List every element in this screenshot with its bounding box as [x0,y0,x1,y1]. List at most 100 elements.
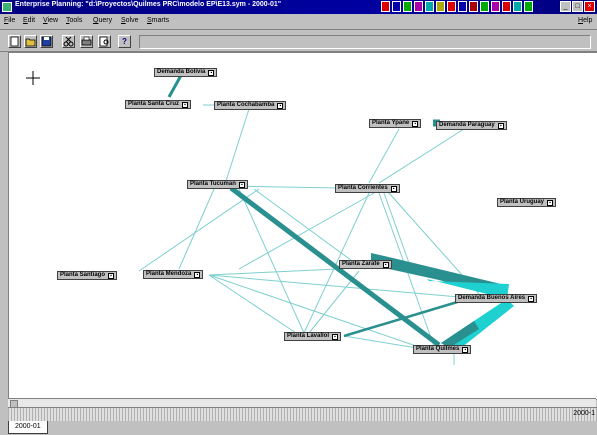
cyan-tool-icon-2[interactable] [513,1,522,12]
node-expand-icon[interactable]: ▪ [108,272,115,279]
cyan-tool-icon[interactable] [425,1,434,12]
node-expand-icon[interactable]: ▪ [182,101,189,108]
node-planta-tucuman[interactable]: Planta Tucuman ▪ [187,180,248,189]
node-expand-icon[interactable]: ▪ [390,185,397,192]
flow-ypane-corrientes [368,128,400,184]
menu-help[interactable]: Help [578,17,592,24]
node-label: Planta Santa Cruz [128,101,180,107]
node-expand-icon[interactable]: ▪ [528,295,535,302]
node-label: Planta Mendoza [146,271,192,277]
yellow-tool-icon[interactable] [436,1,445,12]
node-planta-uruguay[interactable]: Planta Uruguay ▪ [497,198,557,207]
node-expand-icon[interactable]: ▪ [547,199,554,206]
node-planta-cochabamba[interactable]: Planta Cochabamba ▪ [214,101,287,110]
new-icon[interactable] [8,35,21,48]
menu-tools[interactable]: Tools [66,17,82,24]
title-bar: Enterprise Planning: "d:\Proyectos\Quilm… [0,0,597,14]
red-tool-icon-2[interactable] [447,1,456,12]
menu-file[interactable]: File [4,17,15,24]
node-expand-icon[interactable]: ▪ [238,181,245,188]
node-expand-icon[interactable]: ▪ [194,271,201,278]
flow-lavallol-buenosaires [343,298,465,338]
light-flows [138,104,480,365]
green-tool-icon[interactable] [403,1,412,12]
node-label: Planta Cochabamba [217,102,275,108]
node-planta-mendoza[interactable]: Planta Mendoza ▪ [143,270,204,279]
node-expand-icon[interactable]: ▪ [462,346,469,353]
node-planta-santiago[interactable]: Planta Santiago ▪ [57,271,118,280]
flow-tucuman-mendoza [178,188,215,270]
node-expand-icon[interactable]: ▪ [412,120,419,127]
node-expand-icon[interactable]: ▪ [382,261,389,268]
darkred-tool-icon[interactable] [469,1,478,12]
red-tool-icon-3[interactable] [502,1,511,12]
node-expand-icon[interactable]: ▪ [332,333,339,340]
flow-tucuman-lavallol [238,188,305,334]
node-label: Planta Uruguay [500,199,545,205]
node-label: Demanda Paraguay [439,122,495,128]
node-label: Planta Lavallol [287,333,330,339]
red-tool-icon[interactable] [381,1,390,12]
flow-corrientes-zarate [383,192,410,264]
node-expand-icon[interactable]: ▪ [497,122,504,129]
flow-corrientes-mendoza [238,192,375,270]
blue-tool-icon-2[interactable] [458,1,467,12]
node-expand-icon[interactable]: ▪ [277,102,284,109]
app-icon[interactable] [2,2,12,12]
menu-edit[interactable]: Edit [23,17,35,24]
window-title: Enterprise Planning: "d:\Proyectos\Quilm… [15,1,282,8]
node-expand-icon[interactable]: ▪ [208,69,215,76]
close-icon[interactable]: × [584,1,595,12]
node-label: Planta Corrientes [338,185,388,191]
node-planta-ypane[interactable]: Planta Ypane ▪ [369,119,422,128]
node-label: Planta Ypane [372,120,410,126]
crosshair-icon [26,71,40,85]
node-planta-santa-cruz[interactable]: Planta Santa Cruz ▪ [125,100,192,109]
node-label: Planta Tucuman [190,181,236,187]
node-planta-zarate[interactable]: Planta Zarate ▪ [339,260,392,269]
flow-mendoza-lavallol [208,274,300,336]
minimize-icon[interactable]: _ [560,1,571,12]
magenta-tool-icon[interactable] [414,1,423,12]
menu-smarts[interactable]: Smarts [147,17,169,24]
flow-network [26,69,514,365]
period-tab-bar: 2000-01 [0,421,597,435]
open-icon[interactable] [24,35,37,48]
help-icon[interactable]: ? [118,35,131,48]
flow-cochabamba-tucuman [225,108,250,182]
print-icon[interactable] [80,35,93,48]
magenta-tool-icon-2[interactable] [491,1,500,12]
blue-tool-icon[interactable] [392,1,401,12]
timeline-strip[interactable]: 2000-1 [8,407,597,422]
timeline-end-label: 2000-1 [573,410,595,417]
maximize-icon[interactable]: □ [572,1,583,12]
flow-paraguay-corrientes [378,128,465,184]
node-label: Demanda Bolivia [157,69,206,75]
node-planta-quilmes[interactable]: Planta Quilmes ▪ [413,345,472,354]
flow-mendoza-tucuman [138,188,260,272]
node-planta-lavallol[interactable]: Planta Lavallol ▪ [284,332,342,341]
node-label: Planta Santiago [60,272,106,278]
tab-period[interactable]: 2000-01 [8,421,48,434]
green-tool-icon-2[interactable] [480,1,489,12]
node-planta-corrientes[interactable]: Planta Corrientes ▪ [335,184,400,193]
network-canvas[interactable]: Demanda Bolivia ▪ Planta Santa Cruz ▪ Plan… [8,52,597,400]
green-tool-icon-3[interactable] [524,1,533,12]
node-demanda-bolivia[interactable]: Demanda Bolivia ▪ [154,68,218,77]
flow-tucuman-zarate [253,188,360,267]
menu-solve[interactable]: Solve [121,17,139,24]
node-demanda-paraguay[interactable]: Demanda Paraguay ▪ [436,121,507,130]
toolbar: ? [0,30,597,52]
node-demanda-buenos-aires[interactable]: Demanda Buenos Aires ▪ [455,294,538,303]
node-label: Demanda Buenos Aires [458,295,526,301]
node-label: Planta Zarate [342,261,380,267]
node-label: Planta Quilmes [416,346,460,352]
flow-mendoza-buenosaires [208,274,460,298]
toolbar-field[interactable] [139,35,591,49]
title-toolbar-strip [381,1,533,13]
save-icon[interactable] [40,35,53,48]
menu-view[interactable]: View [43,17,58,24]
preview-icon[interactable] [98,35,111,48]
cut-icon[interactable] [62,35,75,48]
menu-query[interactable]: Query [93,17,112,24]
